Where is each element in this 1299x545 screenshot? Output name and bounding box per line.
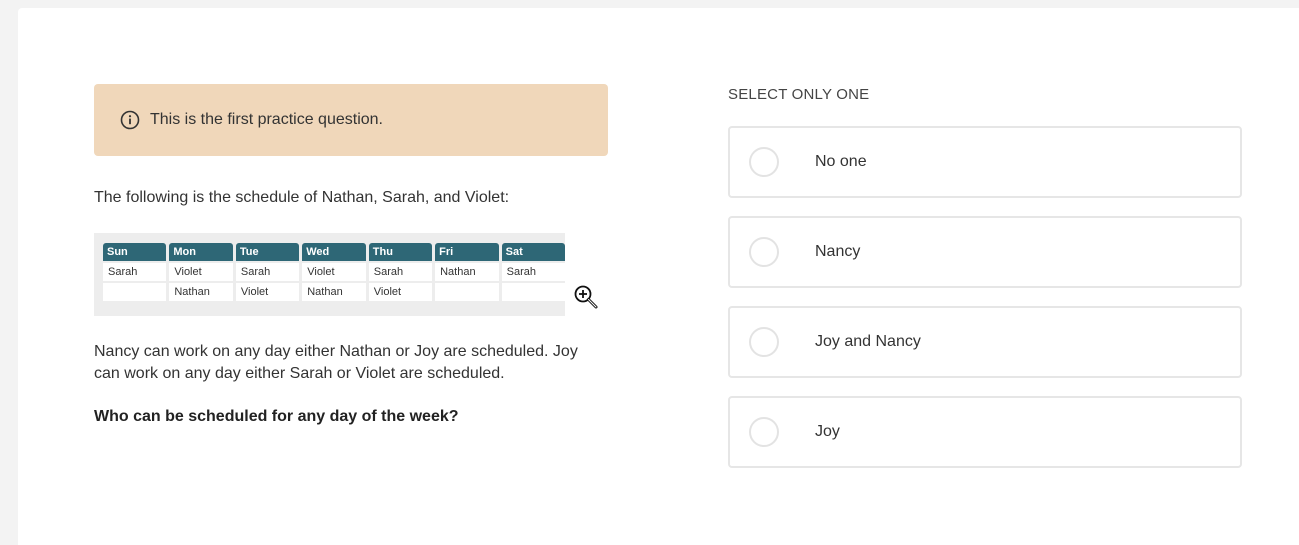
schedule-cell — [103, 283, 167, 301]
schedule-cell — [435, 283, 499, 301]
schedule-cell: Violet — [169, 263, 233, 281]
scheduling-rules: Nancy can work on any day either Nathan … — [94, 343, 578, 382]
zoom-in-icon[interactable] — [573, 284, 599, 310]
schedule-cell: Sarah — [235, 263, 300, 281]
schedule-table: Sun Mon Tue Wed Thu Fri Sat Sarah Violet… — [100, 241, 568, 303]
schedule-row: Sarah Violet Sarah Violet Sarah Nathan S… — [103, 263, 565, 281]
schedule-cell: Sarah — [501, 263, 565, 281]
schedule-cell: Violet — [302, 263, 366, 281]
schedule-cell: Nathan — [302, 283, 366, 301]
schedule-header-sat: Sat — [501, 243, 565, 261]
schedule-header-wed: Wed — [302, 243, 366, 261]
schedule-cell: Sarah — [103, 263, 167, 281]
schedule-cell: Nathan — [435, 263, 499, 281]
schedule-cell — [501, 283, 565, 301]
practice-notice: This is the first practice question. — [94, 84, 608, 156]
schedule-cell: Violet — [368, 283, 433, 301]
question-prompt: Who can be scheduled for any day of the … — [94, 408, 459, 425]
schedule-header-mon: Mon — [169, 243, 233, 261]
answer-label: Joy and Nancy — [815, 333, 921, 350]
info-icon — [120, 110, 140, 130]
select-instruction: SELECT ONLY ONE — [728, 86, 870, 103]
schedule-header-thu: Thu — [368, 243, 433, 261]
schedule-header-fri: Fri — [435, 243, 499, 261]
answer-option-joy[interactable]: Joy — [728, 396, 1242, 468]
schedule-row: Nathan Violet Nathan Violet — [103, 283, 565, 301]
schedule-header-sun: Sun — [103, 243, 167, 261]
notice-text: This is the first practice question. — [150, 111, 383, 128]
answer-option-no-one[interactable]: No one — [728, 126, 1242, 198]
answer-label: Nancy — [815, 243, 861, 260]
answer-label: Joy — [815, 423, 840, 440]
schedule-header-row: Sun Mon Tue Wed Thu Fri Sat — [103, 243, 565, 261]
radio-button[interactable] — [749, 417, 779, 447]
schedule-cell: Nathan — [169, 283, 233, 301]
schedule-cell: Violet — [235, 283, 300, 301]
schedule-intro: The following is the schedule of Nathan,… — [94, 189, 510, 206]
radio-button[interactable] — [749, 147, 779, 177]
schedule-image[interactable]: Sun Mon Tue Wed Thu Fri Sat Sarah Violet… — [94, 233, 565, 316]
answer-option-nancy[interactable]: Nancy — [728, 216, 1242, 288]
answer-option-joy-and-nancy[interactable]: Joy and Nancy — [728, 306, 1242, 378]
radio-button[interactable] — [749, 237, 779, 267]
schedule-cell: Sarah — [368, 263, 433, 281]
radio-button[interactable] — [749, 327, 779, 357]
answer-label: No one — [815, 153, 867, 170]
schedule-header-tue: Tue — [235, 243, 300, 261]
